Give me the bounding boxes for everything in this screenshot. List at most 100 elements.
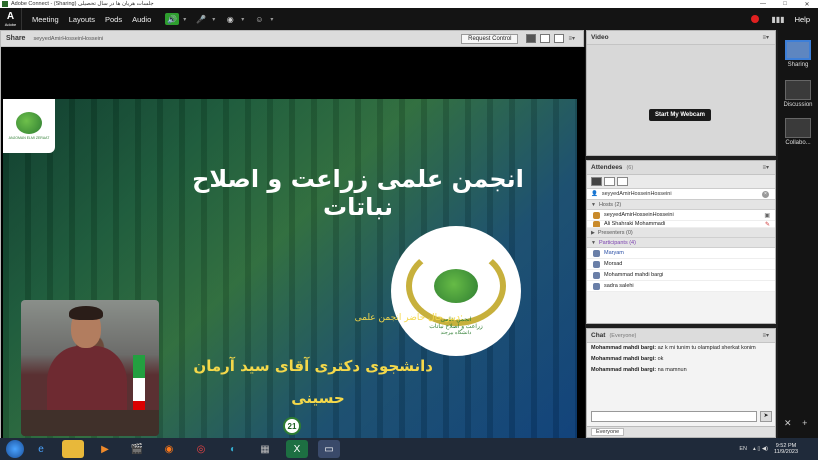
logo-line-2: زراعت و اصلاح نباتات xyxy=(429,324,483,330)
media-icon[interactable]: ▶ xyxy=(94,440,116,458)
fit-width-icon[interactable] xyxy=(526,34,537,43)
clear-status-icon[interactable]: × xyxy=(762,190,769,198)
menu-meeting-label: Meeting xyxy=(32,14,59,24)
collapse-triangle-icon[interactable]: ▶ xyxy=(591,230,595,236)
close-window-button[interactable]: ✕ xyxy=(796,0,818,8)
message-author: Mohammad mahdi bargi: xyxy=(591,356,657,362)
language-indicator[interactable]: EN xyxy=(739,446,747,452)
attendee-name: Ali Shahraki Mohammadi xyxy=(604,221,666,227)
raise-hand-icon[interactable]: ☺ xyxy=(252,13,266,25)
chevron-down-icon[interactable]: ▾ xyxy=(270,16,273,23)
pod-menu-icon[interactable]: ≡▾ xyxy=(762,332,769,339)
chat-input[interactable] xyxy=(591,411,757,422)
slide-title: انجمن علمی زراعت و اصلاح نباتات xyxy=(192,165,524,221)
breakout-view-icon[interactable] xyxy=(604,177,615,186)
participant-icon xyxy=(593,260,600,268)
list-item[interactable]: Morsad xyxy=(587,259,775,270)
menu-audio[interactable]: Audio xyxy=(132,15,151,24)
chat-tab-everyone[interactable]: Everyone xyxy=(591,428,625,436)
start-button[interactable] xyxy=(6,440,24,458)
mic-icon: ✎ xyxy=(764,221,770,228)
taskbar-clock[interactable]: 9:52 PM 11/9/2023 xyxy=(774,443,798,455)
list-item[interactable]: Maryam xyxy=(587,248,775,259)
message-text: az k mi tunim tu olampiad sherkat konim xyxy=(657,345,756,351)
user-icon: 👤 xyxy=(591,191,598,197)
chat-scope: (Everyone) xyxy=(609,332,637,339)
menu-layouts-label: Layouts xyxy=(68,14,95,24)
list-view-icon[interactable] xyxy=(591,177,602,186)
add-layout-icon[interactable]: + xyxy=(802,418,807,428)
settings-icon[interactable]: ✕ xyxy=(784,418,792,428)
collapse-triangle-icon[interactable]: ▼ xyxy=(591,240,596,246)
chevron-down-icon[interactable]: ▾ xyxy=(241,16,244,23)
layout-collaboration[interactable]: Collabo... xyxy=(784,118,812,146)
edge-icon[interactable]: ◐ xyxy=(222,440,244,458)
layout-label: Sharing xyxy=(787,62,809,68)
webcam-icon[interactable]: ◉ xyxy=(223,13,237,25)
start-webcam-button[interactable]: Start My Webcam xyxy=(649,109,711,121)
attendees-pod-title: Attendees xyxy=(591,164,623,171)
speaker-icon[interactable]: 🔊 xyxy=(165,13,180,25)
photo-desk xyxy=(21,410,159,436)
layouts-rail: Sharing Discussion Collabo... ✕ + xyxy=(778,30,818,438)
status-view-icon[interactable] xyxy=(617,177,628,186)
minimize-button[interactable]: — xyxy=(752,1,774,7)
speaker-control[interactable]: 🔊 ▾ xyxy=(165,13,186,25)
pod-menu-icon[interactable]: ≡▾ xyxy=(762,164,769,171)
pod-menu-icon[interactable]: ≡▾ xyxy=(568,35,575,42)
chevron-down-icon[interactable]: ▾ xyxy=(183,16,186,23)
menu-pods[interactable]: Pods xyxy=(105,15,122,24)
presenters-section-header[interactable]: ▶ Presenters (0) xyxy=(587,228,775,238)
list-item[interactable]: seyyedAmirHosseinHosseini ▣ xyxy=(587,210,775,221)
full-screen-icon[interactable] xyxy=(540,34,551,43)
clapper-icon[interactable]: 🎬 xyxy=(126,440,148,458)
participants-section-header[interactable]: ▼ Participants (4) xyxy=(587,238,775,248)
adobe-connect-icon[interactable]: ▭ xyxy=(318,440,340,458)
list-item[interactable]: Ali Shahraki Mohammadi ✎ xyxy=(587,221,775,228)
folder-icon[interactable] xyxy=(62,440,84,458)
list-item[interactable]: Mohammad mahdi bargi xyxy=(587,270,775,281)
app-icon[interactable]: ▦ xyxy=(254,440,276,458)
menu-layouts[interactable]: Layouts xyxy=(69,15,95,24)
hosts-section-header[interactable]: ▼ Hosts (2) xyxy=(587,200,775,210)
layout-sharing[interactable]: Sharing xyxy=(784,40,812,68)
request-control-button[interactable]: Request Control xyxy=(461,33,519,44)
ie-icon[interactable]: e xyxy=(30,440,52,458)
tray-icons[interactable]: ▴ ▯ ◀) xyxy=(753,446,768,452)
my-name: seyyedAmirHosseinHosseini xyxy=(601,191,672,197)
send-message-icon[interactable]: ➤ xyxy=(760,411,772,422)
collapse-triangle-icon[interactable]: ▼ xyxy=(591,202,596,208)
attendee-name: Maryam xyxy=(604,250,624,256)
host-icon xyxy=(593,221,600,227)
terminal-icon[interactable]: X xyxy=(286,440,308,458)
attendee-name: sadra salehi xyxy=(604,283,634,289)
attendees-pod: Attendees (6) ≡▾ 👤 seyyedAmirHosseinHoss… xyxy=(586,160,776,324)
presenter-icon: ▣ xyxy=(764,212,770,219)
chevron-down-icon[interactable]: ▾ xyxy=(212,16,215,23)
attendee-count: (6) xyxy=(626,164,634,171)
layout-discussion[interactable]: Discussion xyxy=(783,80,813,108)
chrome-icon[interactable]: ◎ xyxy=(190,440,212,458)
microphone-icon[interactable]: 🎤 xyxy=(194,13,208,25)
webcam-control[interactable]: ◉ ▾ xyxy=(223,13,245,25)
status-control[interactable]: ☺ ▾ xyxy=(252,13,273,25)
attendee-name: Morsad xyxy=(604,261,623,267)
window-title-bar: Adobe Connect - (Sharing) جلسات هریان ها… xyxy=(0,0,818,8)
my-status-row[interactable]: 👤 seyyedAmirHosseinHosseini × xyxy=(587,189,775,200)
pod-menu-icon[interactable]: ≡▾ xyxy=(762,34,769,41)
list-item[interactable]: sadra salehi xyxy=(587,281,775,292)
menu-meeting[interactable]: Meeting xyxy=(32,15,59,24)
firefox-icon[interactable]: ◉ xyxy=(158,440,180,458)
maximize-button[interactable]: □ xyxy=(774,1,796,7)
record-indicator-icon[interactable] xyxy=(751,15,760,23)
window-title: Adobe Connect - (Sharing) جلسات هریان ها… xyxy=(11,1,154,7)
expand-icon[interactable] xyxy=(554,34,565,43)
layout-label: Discussion xyxy=(783,102,813,108)
microphone-control[interactable]: 🎤 ▾ xyxy=(194,13,215,25)
app-icon xyxy=(2,1,8,7)
speaker-photo xyxy=(21,300,159,436)
video-pod: Video ≡▾ Start My Webcam xyxy=(586,30,776,156)
chat-message: Mohammad mahdi bargi: ok xyxy=(591,356,773,362)
help-menu[interactable]: Help xyxy=(795,15,810,24)
photo-hair xyxy=(69,306,103,320)
